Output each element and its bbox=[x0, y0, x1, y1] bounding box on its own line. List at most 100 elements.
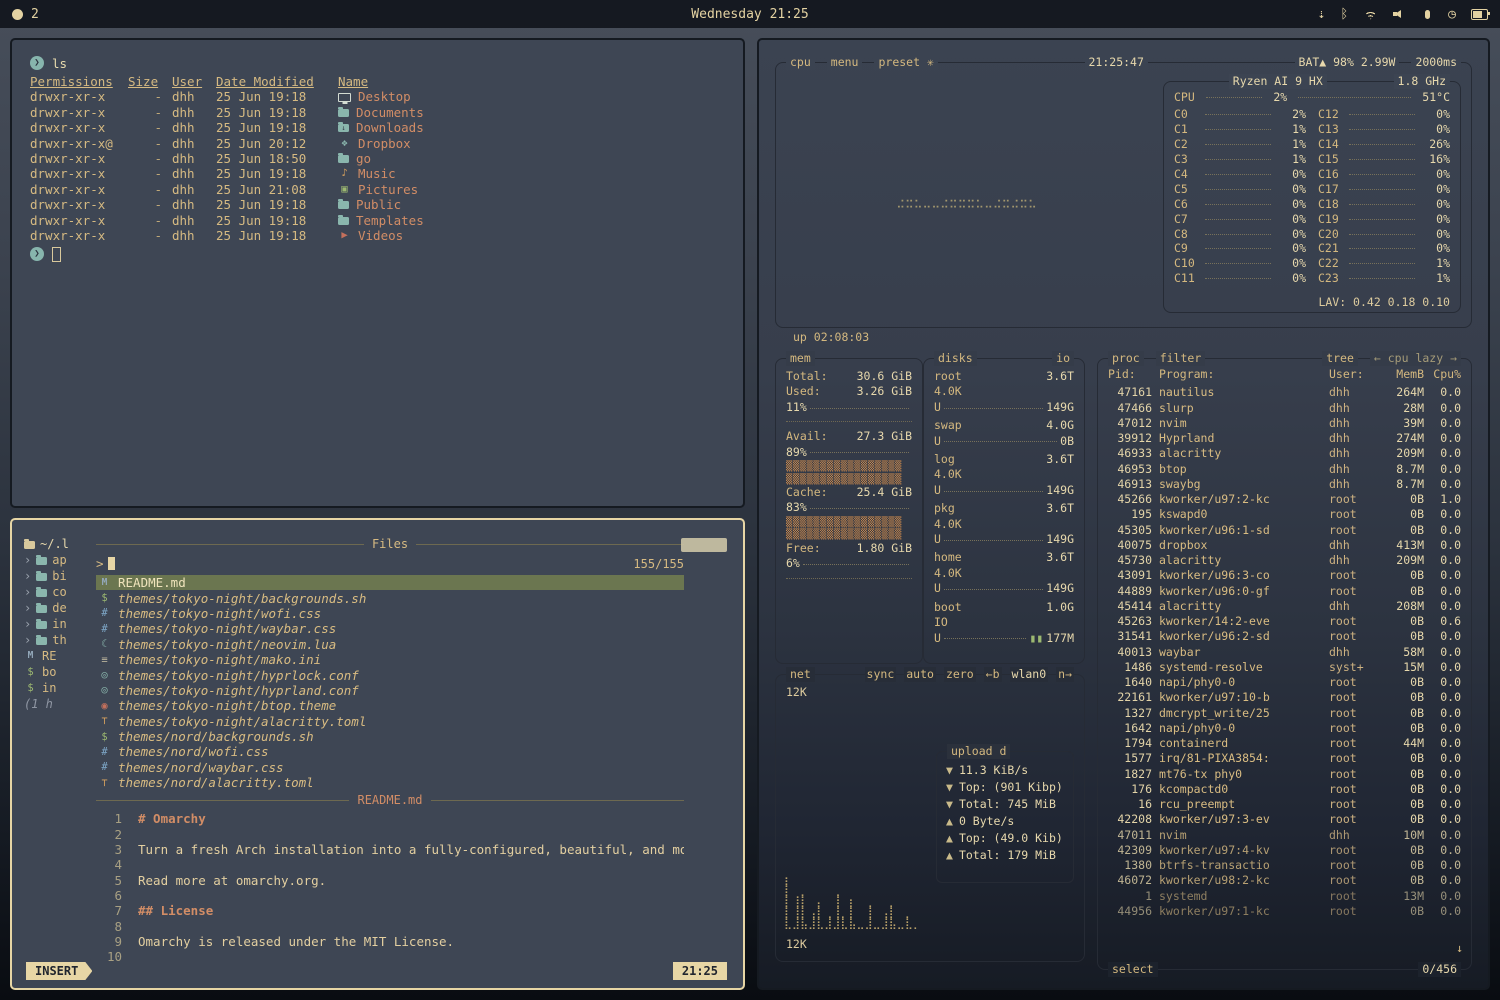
process-row[interactable]: 1642napi/phy0-0root0B0.0 bbox=[1098, 721, 1471, 736]
tree-item[interactable]: ›in bbox=[24, 616, 94, 632]
bluetooth-icon[interactable]: ᛒ bbox=[1340, 7, 1348, 22]
tree-root[interactable]: ~/.l bbox=[24, 536, 94, 552]
topbar-clock[interactable]: Wednesday 21:25 bbox=[0, 7, 1500, 22]
process-title[interactable]: proc bbox=[1108, 351, 1144, 366]
process-row[interactable]: 31541kworker/u96:2-sdroot0B0.0 bbox=[1098, 629, 1471, 644]
process-row[interactable]: 16rcu_preemptroot0B0.0 bbox=[1098, 797, 1471, 812]
process-select-hint[interactable]: select bbox=[1108, 962, 1158, 977]
process-row[interactable]: 45266kworker/u97:2-kcroot0B1.0 bbox=[1098, 492, 1471, 507]
workspace-indicator[interactable]: 2 bbox=[31, 7, 39, 22]
battery-icon[interactable] bbox=[1471, 9, 1488, 20]
tree-item[interactable]: ›de bbox=[24, 600, 94, 616]
process-row[interactable]: 1327dmcrypt_write/25root0B0.0 bbox=[1098, 706, 1471, 721]
process-row[interactable]: 176kcompactd0root0B0.0 bbox=[1098, 782, 1471, 797]
disks-title[interactable]: disks bbox=[934, 351, 977, 366]
process-row[interactable]: 46953btopdhh8.7M0.0 bbox=[1098, 462, 1471, 477]
process-row[interactable]: 47012nvimdhh39M0.0 bbox=[1098, 416, 1471, 431]
picker-input-row[interactable]: > 155/155 bbox=[96, 552, 684, 575]
process-row[interactable]: 195kswapd0root0B0.0 bbox=[1098, 507, 1471, 522]
scrollbar-thumb[interactable] bbox=[681, 538, 727, 552]
clock-icon[interactable]: ◷ bbox=[1448, 7, 1456, 22]
editor-window[interactable]: ~/.l›ap›bi›co›de›in›thMRE$bo$in(1 h File… bbox=[10, 518, 745, 990]
process-row[interactable]: 44889kworker/u96:0-gfroot0B0.0 bbox=[1098, 584, 1471, 599]
process-filter[interactable]: filter bbox=[1156, 351, 1206, 366]
picker-item[interactable]: #themes/nord/wofi.css bbox=[96, 744, 684, 759]
workspace-icon[interactable] bbox=[12, 9, 23, 20]
process-row[interactable]: 1640napi/phy0-0root0B0.0 bbox=[1098, 675, 1471, 690]
picker-item[interactable]: #themes/tokyo-night/wofi.css bbox=[96, 606, 684, 621]
picker-item[interactable]: ≡themes/tokyo-night/mako.ini bbox=[96, 652, 684, 667]
volume-icon[interactable] bbox=[1393, 9, 1407, 20]
process-row[interactable]: 22161kworker/u97:10-broot0B0.0 bbox=[1098, 690, 1471, 705]
picker-item[interactable]: #themes/nord/waybar.css bbox=[96, 760, 684, 775]
tree-item[interactable]: ›ap bbox=[24, 552, 94, 568]
scroll-down-icon[interactable]: ↓ bbox=[1456, 941, 1463, 955]
net-control-zero[interactable]: zero bbox=[944, 667, 976, 682]
process-row[interactable]: 1794containerdroot44M0.0 bbox=[1098, 736, 1471, 751]
picker-item[interactable]: ◎themes/tokyo-night/hyprland.conf bbox=[96, 683, 684, 698]
picker-prompt: > bbox=[96, 556, 104, 571]
refresh-interval[interactable]: 2000ms bbox=[1411, 55, 1461, 70]
tree-item[interactable]: (1 h bbox=[24, 696, 94, 712]
cpu-core: C1426% bbox=[1318, 137, 1450, 152]
process-row[interactable]: 45414alacrittydhh208M0.0 bbox=[1098, 599, 1471, 614]
process-row[interactable]: 46913swaybgdhh8.7M0.0 bbox=[1098, 477, 1471, 492]
net-control-wlan0[interactable]: wlan0 bbox=[1010, 667, 1049, 682]
btop-tab-cpu[interactable]: cpu bbox=[786, 55, 815, 70]
process-row[interactable]: 47466slurpdhh28M0.0 bbox=[1098, 401, 1471, 416]
btop-tab-menu[interactable]: menu bbox=[827, 55, 863, 70]
network-title[interactable]: net bbox=[786, 667, 815, 682]
tree-item[interactable]: MRE bbox=[24, 648, 94, 664]
wifi-icon[interactable] bbox=[1363, 9, 1378, 20]
net-control-n[interactable]: n→ bbox=[1056, 667, 1074, 682]
terminal-cursor[interactable] bbox=[52, 247, 61, 262]
picker-item[interactable]: MREADME.md bbox=[96, 575, 684, 590]
picker-item[interactable]: $themes/nord/backgrounds.sh bbox=[96, 729, 684, 744]
process-row[interactable]: 42309kworker/u97:4-kvroot0B0.0 bbox=[1098, 843, 1471, 858]
tree-item[interactable]: ›th bbox=[24, 632, 94, 648]
process-row[interactable]: 1systemdroot13M0.0 bbox=[1098, 889, 1471, 904]
process-row[interactable]: 40075dropboxdhh413M0.0 bbox=[1098, 538, 1471, 553]
memory-title[interactable]: mem bbox=[786, 351, 815, 366]
tree-item[interactable]: ›bi bbox=[24, 568, 94, 584]
picker-item[interactable]: ◉themes/tokyo-night/btop.theme bbox=[96, 698, 684, 713]
ls-output: drwxr-xr-x-dhh25 Jun 19:18Desktopdrwxr-x… bbox=[30, 89, 725, 243]
net-control-sync[interactable]: sync bbox=[865, 667, 897, 682]
process-row[interactable]: 40013waybardhh58M0.0 bbox=[1098, 645, 1471, 660]
process-row[interactable]: 1380btrfs-transactioroot0B0.0 bbox=[1098, 858, 1471, 873]
net-control-auto[interactable]: auto bbox=[904, 667, 936, 682]
process-row[interactable]: 45305kworker/u96:1-sdroot0B0.0 bbox=[1098, 523, 1471, 538]
process-row[interactable]: 45263kworker/14:2-everoot0B0.6 bbox=[1098, 614, 1471, 629]
process-tree-toggle[interactable]: tree bbox=[1322, 351, 1358, 366]
process-row[interactable]: 43091kworker/u96:3-coroot0B0.0 bbox=[1098, 568, 1471, 583]
tree-item[interactable]: $bo bbox=[24, 664, 94, 680]
picker-item[interactable]: ⊤themes/tokyo-night/alacritty.toml bbox=[96, 714, 684, 729]
process-row[interactable]: 39912Hyprlanddhh274M0.0 bbox=[1098, 431, 1471, 446]
picker-item[interactable]: ⊤themes/nord/alacritty.toml bbox=[96, 775, 684, 790]
btop-tab-preset[interactable]: preset ✳ bbox=[874, 55, 937, 70]
picker-item[interactable]: ☾themes/tokyo-night/neovim.lua bbox=[96, 637, 684, 652]
process-row[interactable]: 47011nvimdhh10M0.0 bbox=[1098, 828, 1471, 843]
process-row[interactable]: 46072kworker/u98:2-kcroot0B0.0 bbox=[1098, 873, 1471, 888]
process-row[interactable]: 1827mt76-tx phy0root0B0.0 bbox=[1098, 767, 1471, 782]
process-row[interactable]: 44956kworker/u97:1-kcroot0B0.0 bbox=[1098, 904, 1471, 919]
microphone-icon[interactable] bbox=[1422, 10, 1433, 19]
process-row[interactable]: 1577irq/81-PIXA3854:root0B0.0 bbox=[1098, 751, 1471, 766]
picker-item[interactable]: $themes/tokyo-night/backgrounds.sh bbox=[96, 590, 684, 605]
process-sort-mode[interactable]: ← cpu lazy → bbox=[1370, 351, 1461, 366]
system-monitor-window[interactable]: cpumenupreset ✳ 21:25:47 BAT▲ 98% 2.99W … bbox=[757, 38, 1490, 990]
process-row[interactable]: 46933alacrittydhh209M0.0 bbox=[1098, 446, 1471, 461]
process-row[interactable]: 45730alacrittydhh209M0.0 bbox=[1098, 553, 1471, 568]
io-title[interactable]: io bbox=[1052, 351, 1074, 366]
tree-item[interactable]: ›co bbox=[24, 584, 94, 600]
toml-icon: ⊤ bbox=[98, 777, 111, 789]
terminal-window[interactable]: ls PermissionsSizeUserDate ModifiedName … bbox=[10, 38, 745, 508]
process-row[interactable]: 47161nautilusdhh264M0.0 bbox=[1098, 385, 1471, 400]
net-control-b[interactable]: ←b bbox=[984, 667, 1002, 682]
picker-item[interactable]: ◎themes/tokyo-night/hyprlock.conf bbox=[96, 667, 684, 682]
tree-item[interactable]: $in bbox=[24, 680, 94, 696]
tray-expand-icon[interactable]: ⇣ bbox=[1318, 7, 1326, 22]
process-row[interactable]: 42208kworker/u97:3-evroot0B0.0 bbox=[1098, 812, 1471, 827]
picker-item[interactable]: #themes/tokyo-night/waybar.css bbox=[96, 621, 684, 636]
process-row[interactable]: 1486systemd-resolvesyst+15M0.0 bbox=[1098, 660, 1471, 675]
